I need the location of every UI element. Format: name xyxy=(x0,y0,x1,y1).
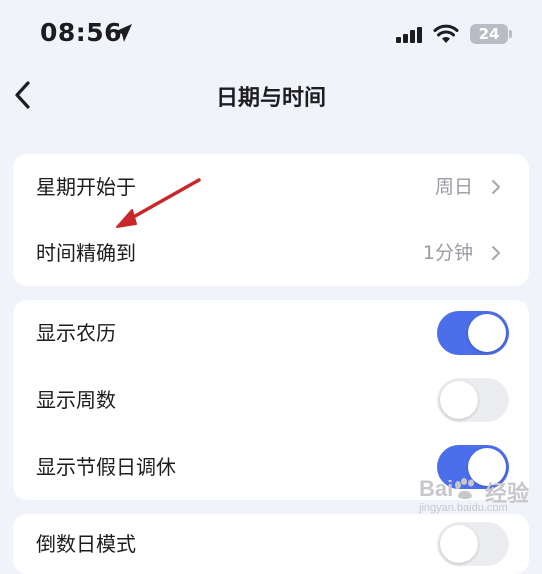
row-label: 时间精确到 xyxy=(36,241,136,265)
row-time-precision[interactable]: 时间精确到 1分钟 xyxy=(13,220,529,286)
watermark-brand: Bai xyxy=(419,476,454,501)
row-label: 显示节假日调休 xyxy=(36,455,176,479)
baidu-watermark: Bai 经验 jingyan.baidu.com xyxy=(413,474,531,522)
toggle-countdown-mode[interactable] xyxy=(437,522,509,566)
battery-cap xyxy=(509,30,512,38)
row-show-lunar: 显示农历 xyxy=(13,300,529,366)
location-arrow-icon xyxy=(114,24,132,42)
row-label: 倒数日模式 xyxy=(36,532,136,556)
watermark-url: jingyan.baidu.com xyxy=(419,502,508,514)
settings-card-week-time: 星期开始于 周日 时间精确到 1分钟 xyxy=(13,154,529,286)
toggle-knob xyxy=(468,314,506,352)
row-label: 星期开始于 xyxy=(36,175,136,199)
toggle-knob xyxy=(440,381,478,419)
paw-logo-icon xyxy=(455,478,474,499)
row-value: 1分钟 xyxy=(422,242,473,264)
row-value: 周日 xyxy=(434,176,473,198)
row-label: 显示周数 xyxy=(36,388,116,412)
toggle-show-week-number[interactable] xyxy=(437,378,509,422)
page-title: 日期与时间 xyxy=(215,86,326,111)
status-bar: 08:56 24 xyxy=(0,0,542,70)
settings-card-countdown: 倒数日模式 xyxy=(13,514,529,574)
row-week-start[interactable]: 星期开始于 周日 xyxy=(13,154,529,220)
settings-card-display: 显示农历 显示周数 显示节假日调休 xyxy=(13,300,529,500)
row-countdown-mode: 倒数日模式 xyxy=(13,514,529,574)
chevron-right-icon xyxy=(492,180,500,194)
battery-level: 24 xyxy=(478,25,500,43)
row-show-week-number: 显示周数 xyxy=(13,367,529,433)
battery-icon: 24 xyxy=(470,24,508,44)
toggle-knob xyxy=(440,525,478,563)
row-label: 显示农历 xyxy=(36,321,116,345)
wifi-icon xyxy=(433,24,459,43)
chevron-right-icon xyxy=(492,246,500,260)
cellular-signal-icon xyxy=(396,27,422,43)
toggle-show-lunar[interactable] xyxy=(437,311,509,355)
status-time: 08:56 xyxy=(40,18,123,47)
